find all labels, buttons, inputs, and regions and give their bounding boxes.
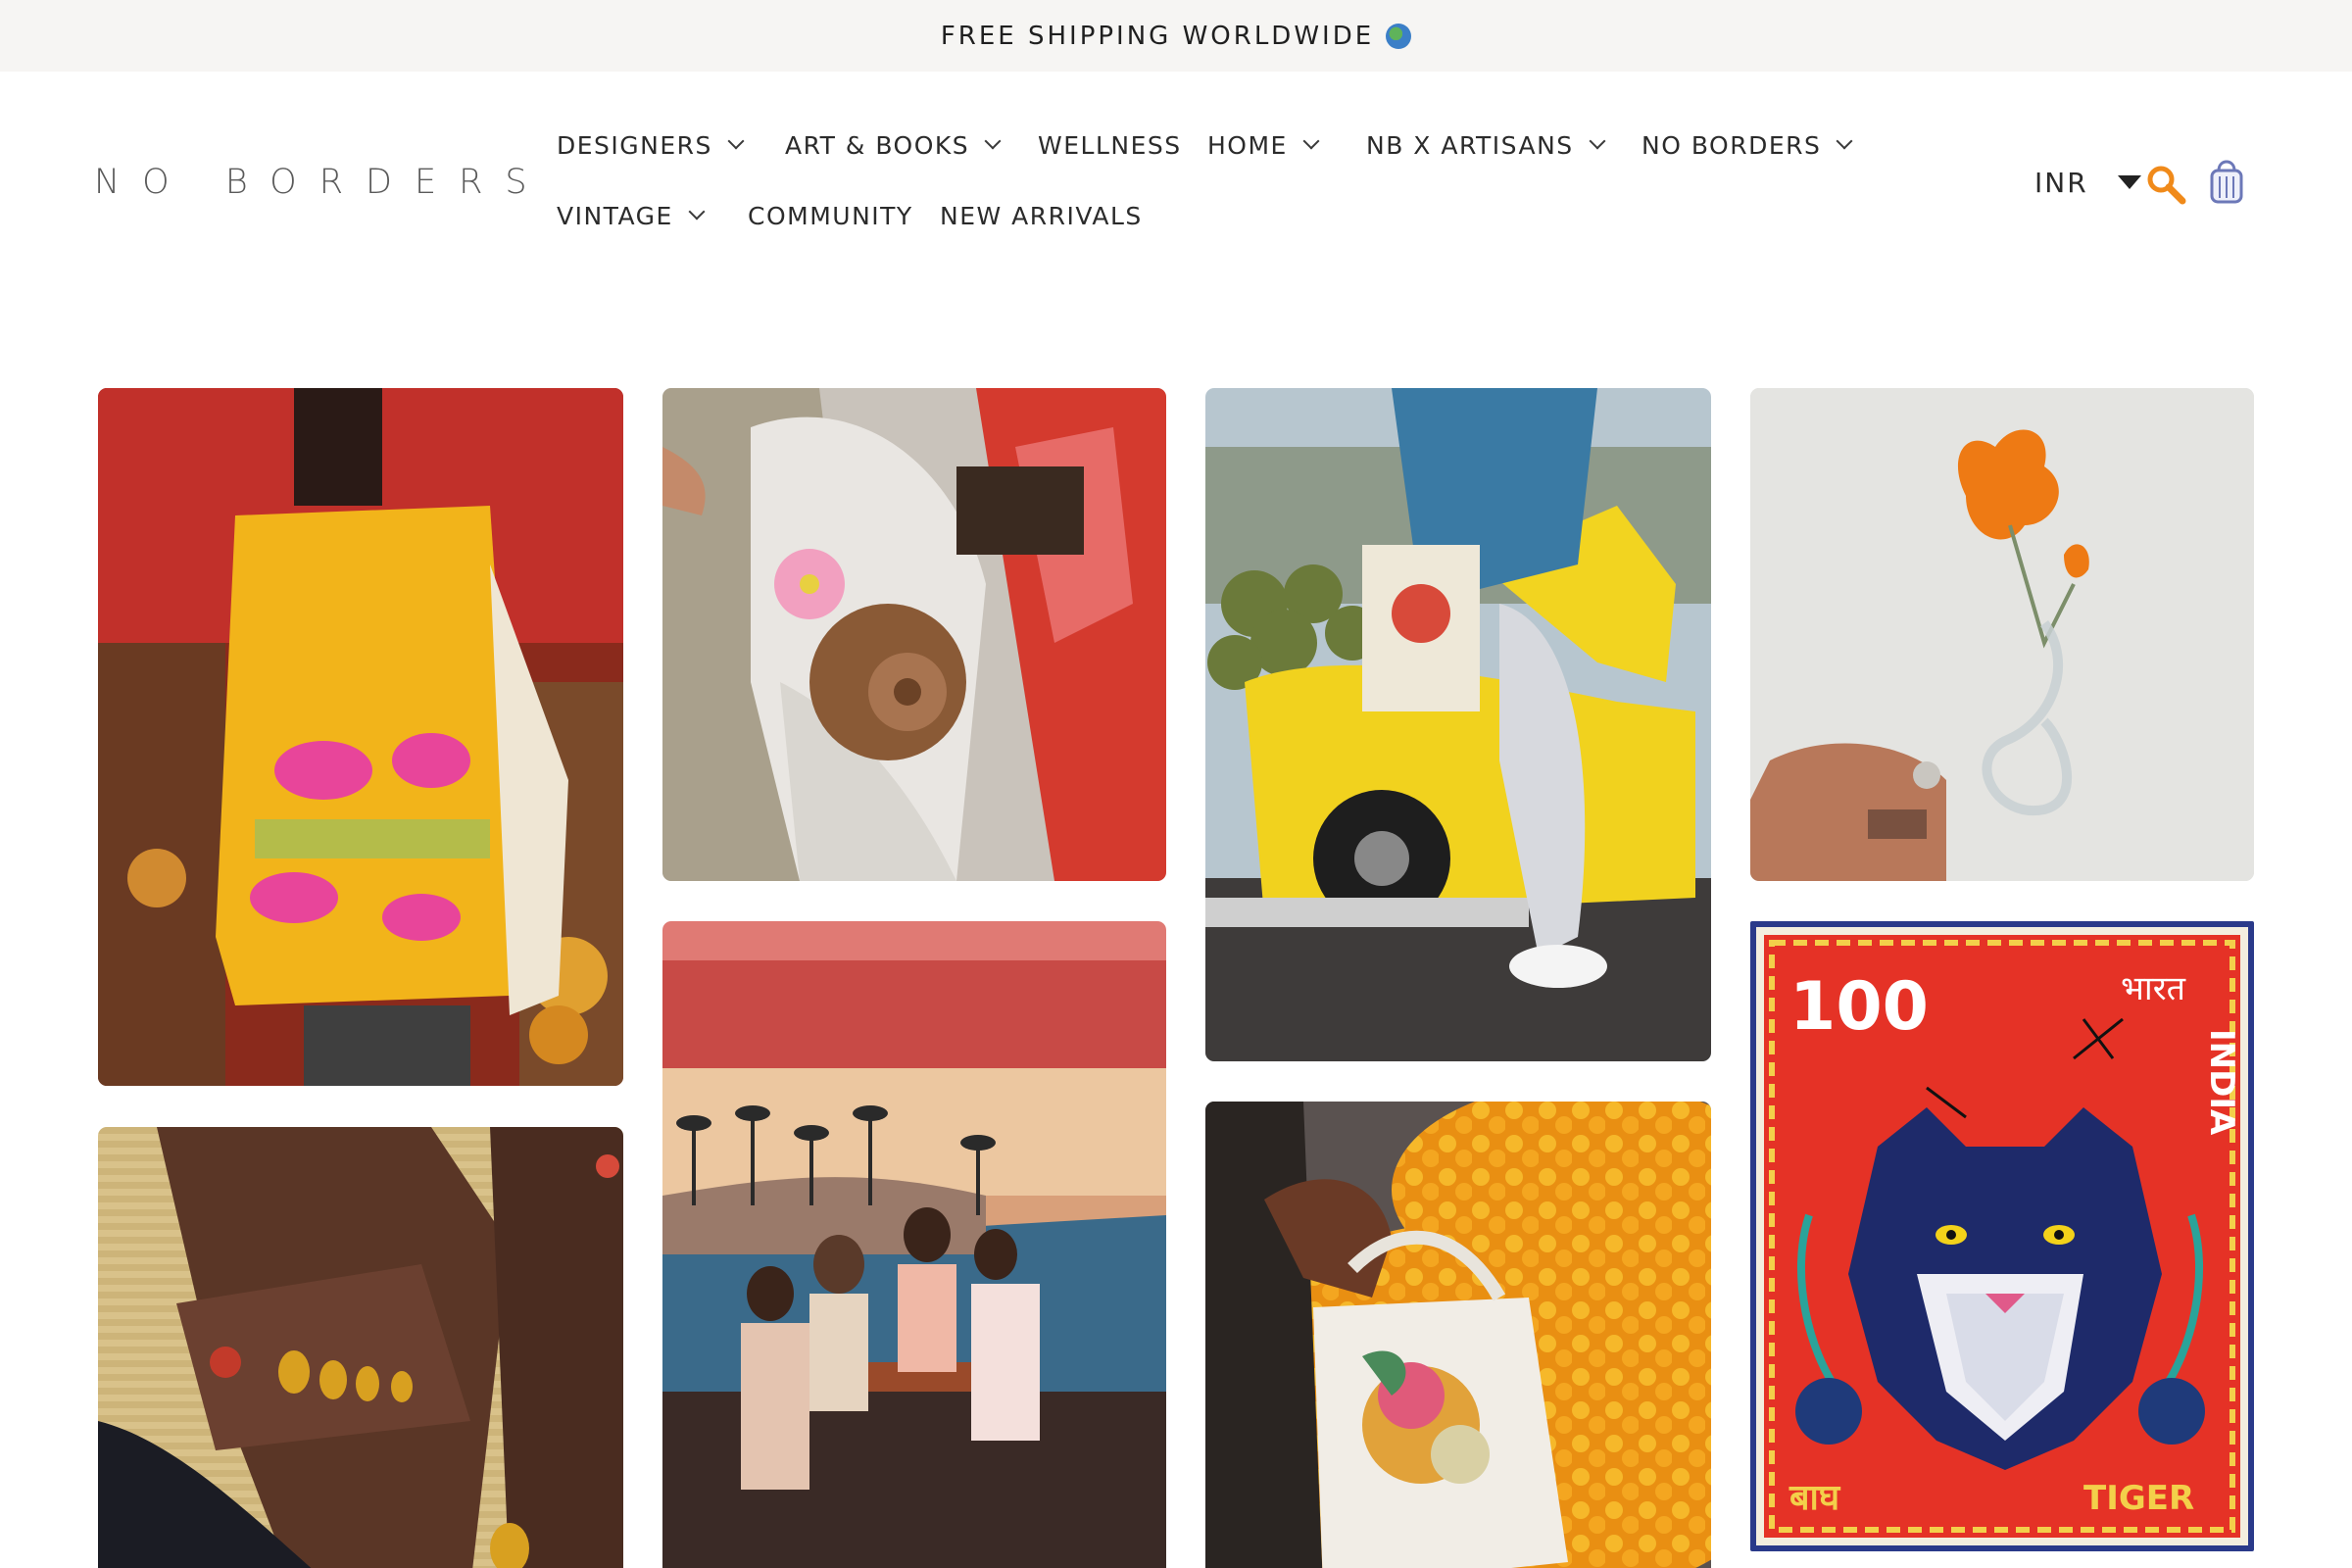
nav-wellness[interactable]: WELLNESS	[1038, 125, 1182, 165]
nav-new-arrivals-label: NEW ARRIVALS	[940, 201, 1143, 230]
site-logo[interactable]: NO BORDERS	[94, 163, 550, 202]
chevron-down-icon	[1836, 132, 1853, 150]
gallery-image-coconut-bag[interactable]	[662, 388, 1166, 881]
stamp-name: TIGER	[2083, 1479, 2194, 1518]
caret-down-icon	[2117, 175, 2141, 189]
nav-no-borders-label: NO BORDERS	[1642, 130, 1822, 160]
stamp-country-hindi: भारत	[2121, 969, 2186, 1008]
nav-art-books-label: ART & BOOKS	[785, 130, 970, 160]
gallery-image-poppy-vase[interactable]	[1750, 388, 2254, 881]
announcement-bar: FREE SHIPPING WORLDWIDE	[0, 0, 2352, 72]
stamp-name-hindi: बाघ	[1788, 1478, 1841, 1518]
nav-new-arrivals[interactable]: NEW ARRIVALS	[940, 196, 1143, 235]
currency-value: INR	[2034, 166, 2088, 199]
shopping-bag-icon[interactable]	[2207, 155, 2246, 206]
nav-wellness-label: WELLNESS	[1038, 130, 1182, 160]
chevron-down-icon	[727, 132, 745, 150]
gallery-image-tiger-stamp[interactable]: 100 भारत INDIA बाघ TIGER	[1750, 921, 2254, 1551]
gallery-image-yellow-shirt-market[interactable]	[98, 388, 623, 1086]
chevron-down-icon	[1302, 132, 1320, 150]
gallery-image-yellow-scooter[interactable]	[1205, 388, 1711, 1061]
chevron-down-icon	[984, 132, 1002, 150]
nav-no-borders[interactable]: NO BORDERS	[1642, 125, 1853, 165]
nav-home[interactable]: HOME	[1207, 125, 1320, 165]
nav-nb-artisans[interactable]: NB X ARTISANS	[1366, 125, 1606, 165]
nav-community[interactable]: COMMUNITY	[748, 196, 913, 235]
nav-art-books[interactable]: ART & BOOKS	[785, 125, 1002, 165]
nav-vintage-label: VINTAGE	[557, 201, 673, 230]
gallery-image-toe-rings[interactable]	[98, 1127, 623, 1568]
currency-selector[interactable]: INR	[2034, 163, 2141, 202]
gallery-image-marigold-tote[interactable]	[1205, 1102, 1711, 1568]
nav-community-label: COMMUNITY	[748, 201, 913, 230]
nav-designers-label: DESIGNERS	[557, 130, 712, 160]
nav-nb-artisans-label: NB X ARTISANS	[1366, 130, 1574, 160]
chevron-down-icon	[688, 203, 706, 220]
stamp-value: 100	[1789, 968, 1929, 1046]
nav-designers[interactable]: DESIGNERS	[557, 125, 745, 165]
nav-home-label: HOME	[1207, 130, 1288, 160]
announcement-text: FREE SHIPPING WORLDWIDE	[940, 21, 1375, 51]
nav-vintage[interactable]: VINTAGE	[557, 196, 706, 235]
chevron-down-icon	[1589, 132, 1606, 150]
globe-icon	[1386, 23, 1412, 49]
gallery-image-four-women-mural[interactable]	[662, 921, 1166, 1568]
search-icon[interactable]	[2144, 163, 2187, 206]
stamp-country: INDIA	[2202, 1029, 2241, 1136]
